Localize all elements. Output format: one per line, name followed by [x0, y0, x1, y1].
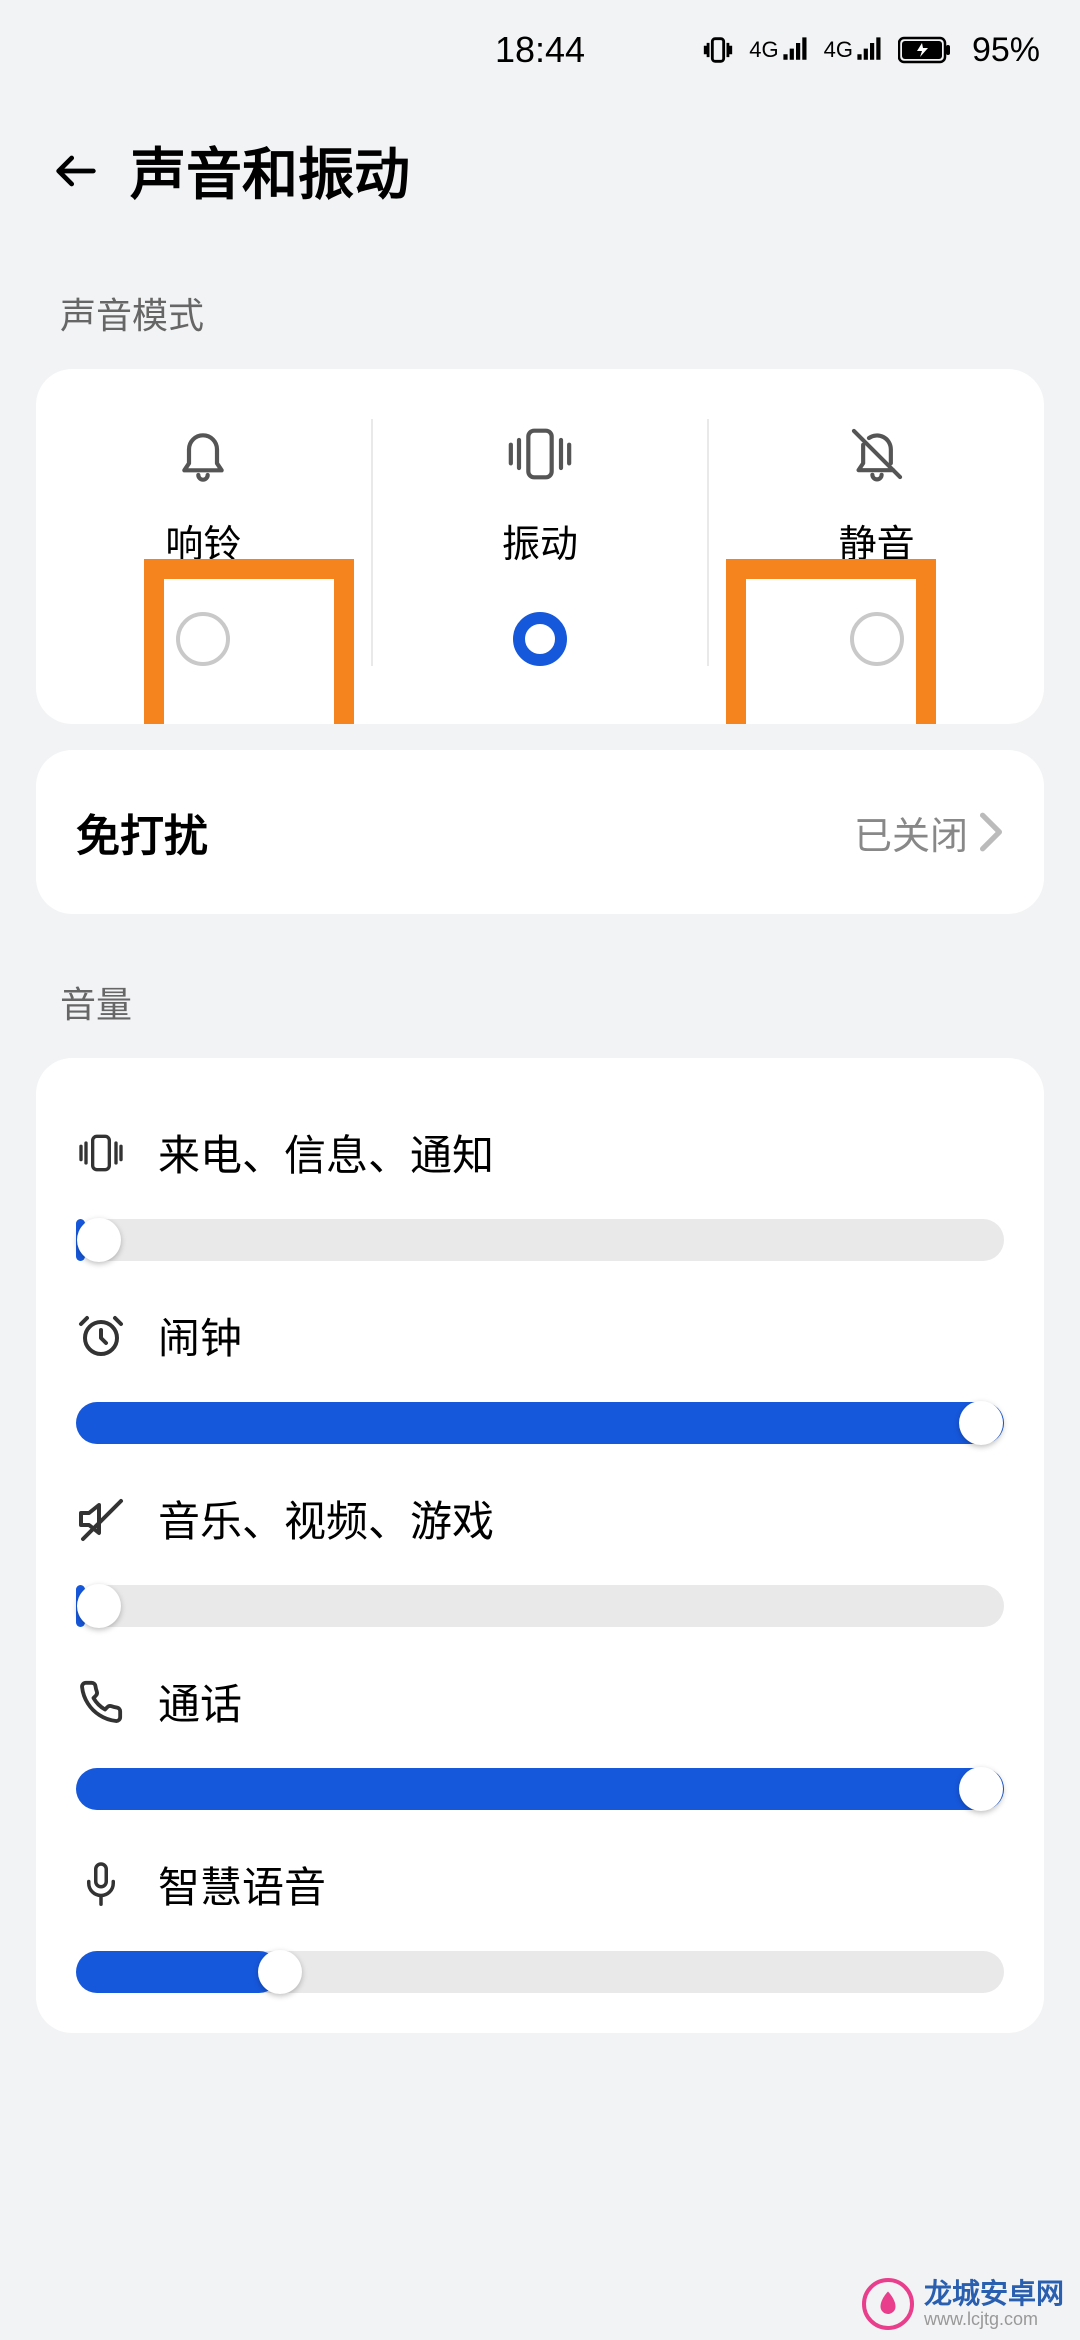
vol-voice-label: 智慧语音: [158, 1854, 326, 1915]
mode-vibrate-radio[interactable]: [513, 612, 567, 666]
vol-call: 通话: [76, 1627, 1004, 1810]
watermark-icon: [862, 2278, 914, 2330]
vol-call-label: 通话: [158, 1671, 242, 1732]
speaker-mute-icon: [76, 1494, 126, 1544]
mic-icon: [76, 1860, 126, 1910]
sound-mode-card: 响铃 振动 静音: [36, 369, 1044, 724]
bell-icon: [175, 419, 231, 489]
status-right: 4G 4G 95%: [701, 31, 1040, 70]
dnd-title: 免打扰: [76, 800, 854, 864]
vol-call-slider[interactable]: [76, 1768, 1004, 1810]
volume-card: 来电、信息、通知 闹钟 音乐、视频、游戏: [36, 1058, 1044, 2033]
vol-ringtone-slider[interactable]: [76, 1219, 1004, 1261]
dnd-card[interactable]: 免打扰 已关闭: [36, 750, 1044, 914]
signal-4g-1-icon: 4G: [749, 37, 809, 63]
vol-ringtone-label: 来电、信息、通知: [158, 1122, 494, 1183]
mode-vibrate-label: 振动: [502, 513, 578, 568]
vol-ringtone: 来电、信息、通知: [76, 1078, 1004, 1261]
signal-4g-2-icon: 4G: [824, 37, 884, 63]
mode-vibrate[interactable]: 振动: [373, 419, 710, 666]
page-header: 声音和振动: [0, 100, 1080, 251]
phone-icon: [76, 1677, 126, 1727]
dnd-value: 已关闭: [854, 805, 968, 860]
vol-media-label: 音乐、视频、游戏: [158, 1488, 494, 1549]
battery-icon: [898, 35, 952, 65]
vol-alarm-slider[interactable]: [76, 1402, 1004, 1444]
phone-vibrate-icon: [76, 1128, 126, 1178]
section-volume-label: 音量: [0, 940, 1080, 1058]
vol-voice: 智慧语音: [76, 1810, 1004, 1993]
dnd-row: 免打扰 已关闭: [36, 750, 1044, 914]
vibrate-status-icon: [701, 33, 735, 67]
chevron-right-icon: [978, 811, 1004, 853]
vol-media-slider[interactable]: [76, 1585, 1004, 1627]
alarm-icon: [76, 1311, 126, 1361]
watermark-sub: www.lcjtg.com: [924, 2310, 1064, 2330]
watermark: 龙城安卓网 www.lcjtg.com: [862, 2278, 1064, 2330]
highlight-ring: [144, 559, 354, 724]
watermark-main: 龙城安卓网: [924, 2279, 1064, 2310]
back-button[interactable]: [46, 141, 106, 201]
vol-media: 音乐、视频、游戏: [76, 1444, 1004, 1627]
status-bar: 18:44 4G 4G 95%: [0, 0, 1080, 100]
bell-off-icon: [847, 419, 907, 489]
vol-alarm-label: 闹钟: [158, 1305, 242, 1366]
vol-voice-slider[interactable]: [76, 1951, 1004, 1993]
highlight-silent: [726, 559, 936, 724]
battery-text: 95%: [972, 31, 1040, 70]
vol-alarm: 闹钟: [76, 1261, 1004, 1444]
page-title: 声音和振动: [130, 130, 410, 211]
section-mode-label: 声音模式: [0, 251, 1080, 369]
vibrate-icon: [505, 419, 575, 489]
